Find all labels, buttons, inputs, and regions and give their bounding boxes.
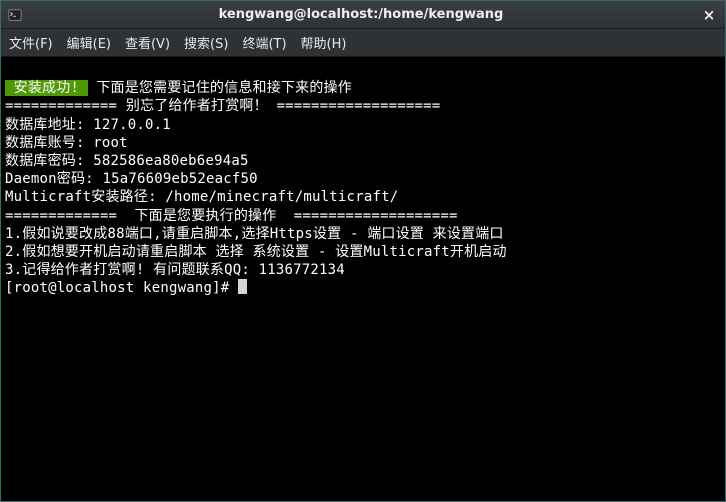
window-titlebar: kengwang@localhost:/home/kengwang ×: [1, 1, 725, 29]
db-user-line: 数据库账号: root: [5, 135, 128, 151]
db-address-value: 127.0.0.1: [93, 117, 171, 133]
menu-help[interactable]: 帮助(H): [301, 33, 347, 52]
install-success-text: 下面是您需要记住的信息和接下来的操作: [88, 80, 352, 96]
menu-view[interactable]: 查看(V): [125, 33, 170, 52]
menu-edit[interactable]: 编辑(E): [67, 33, 111, 52]
window-close-button[interactable]: ×: [699, 6, 719, 24]
daemon-password-value: 15a76609eb52eacf50: [102, 171, 257, 187]
divider-1: ============= 别忘了给作者打赏啊！ ===============…: [5, 98, 440, 114]
menu-file[interactable]: 文件(F): [9, 33, 53, 52]
install-path-value: /home/minecraft/multicraft/: [165, 189, 398, 205]
window-title: kengwang@localhost:/home/kengwang: [23, 7, 699, 22]
shell-prompt: [root@localhost kengwang]#: [5, 280, 238, 296]
step-3: 3.记得给作者打赏啊! 有问题联系QQ: 1136772134: [5, 262, 345, 278]
terminal-app-icon: [7, 7, 23, 23]
db-password-value: 582586ea80eb6e94a5: [93, 153, 248, 169]
step-1: 1.假如说要改成88端口,请重启脚本,选择Https设置 - 端口设置 来设置端…: [5, 226, 504, 242]
divider-2: ============= 下面是您要执行的操作 ===============…: [5, 208, 458, 224]
terminal-pane[interactable]: 安装成功! 下面是您需要记住的信息和接下来的操作 ============= 别…: [1, 57, 725, 501]
install-success-badge: 安装成功!: [5, 80, 88, 96]
db-address-line: 数据库地址: 127.0.0.1: [5, 117, 171, 133]
menu-search[interactable]: 搜索(S): [184, 33, 228, 52]
db-user-value: root: [93, 135, 128, 151]
step-2: 2.假如想要开机启动请重启脚本 选择 系统设置 - 设置Multicraft开机…: [5, 244, 507, 260]
install-path-line: Multicraft安装路径: /home/minecraft/multicra…: [5, 189, 398, 205]
menu-terminal[interactable]: 终端(T): [242, 33, 286, 52]
cursor-block: [238, 279, 247, 294]
daemon-password-line: Daemon密码: 15a76609eb52eacf50: [5, 171, 258, 187]
menubar: 文件(F) 编辑(E) 查看(V) 搜索(S) 终端(T) 帮助(H): [1, 29, 725, 57]
db-password-line: 数据库密码: 582586ea80eb6e94a5: [5, 153, 249, 169]
